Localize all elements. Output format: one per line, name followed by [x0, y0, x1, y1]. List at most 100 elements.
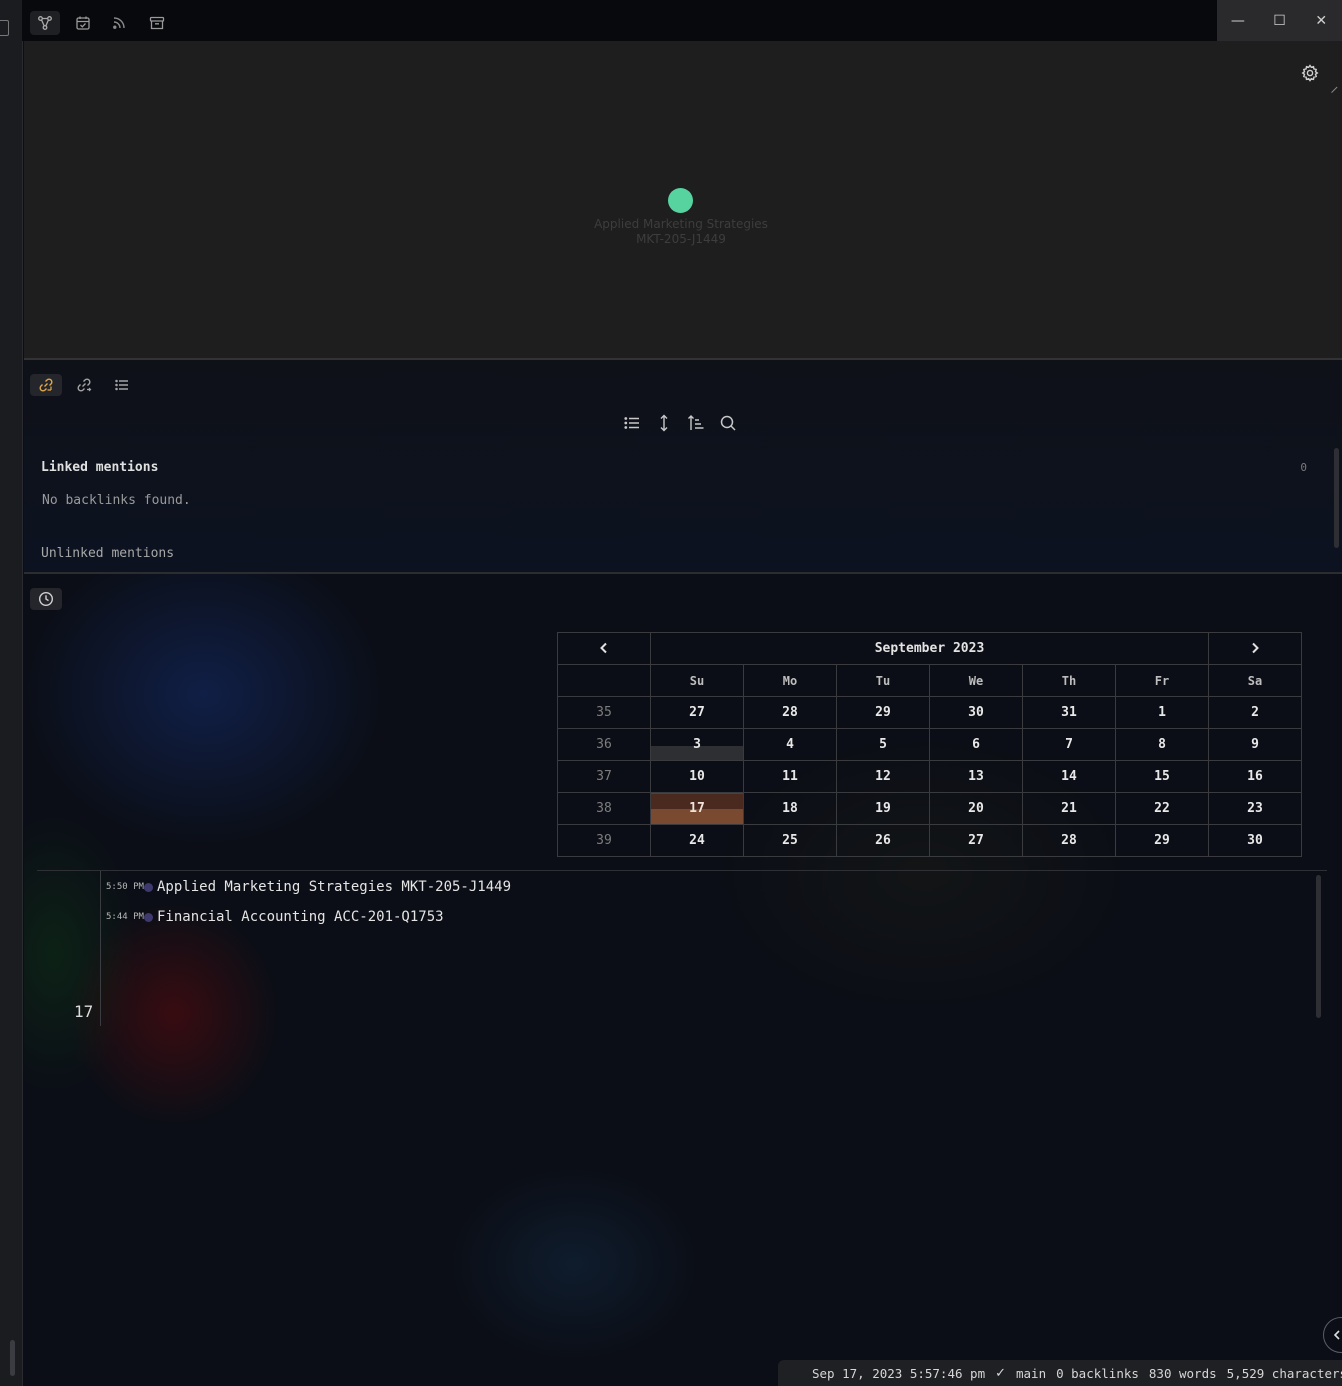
calendar-day[interactable]: 26	[836, 824, 930, 857]
weekday-header: Th	[1022, 664, 1116, 697]
calendar-day[interactable]: 28	[743, 696, 837, 729]
calendar-day[interactable]: 29	[836, 696, 930, 729]
calendar-check-icon	[76, 16, 90, 30]
calendar-day[interactable]: 29	[1115, 824, 1209, 857]
linked-mentions-heading[interactable]: Linked mentions	[41, 460, 158, 475]
week-number[interactable]: 38	[557, 792, 651, 825]
ribbon-scrollbar[interactable]	[10, 1340, 15, 1376]
status-branch[interactable]: main	[1016, 1366, 1046, 1381]
backlinks-scrollbar[interactable]	[1334, 448, 1339, 548]
sidebar-toggle-icon[interactable]	[0, 20, 9, 36]
timeline-item[interactable]: 5:50 PM Applied Marketing Strategies MKT…	[106, 879, 511, 895]
calendar-header-row: September 2023	[557, 632, 1302, 665]
week-row: 37 10 11 12 13 14 15 16	[557, 760, 1302, 793]
calendar-day[interactable]: 13	[929, 760, 1023, 793]
sort-button[interactable]	[686, 413, 706, 433]
calendar-day[interactable]: 11	[743, 760, 837, 793]
calendar-day[interactable]: 25	[743, 824, 837, 857]
sync-check-icon[interactable]: ✓	[995, 1366, 1006, 1381]
outline-tab[interactable]	[106, 374, 138, 396]
collapse-results-button[interactable]	[622, 413, 642, 433]
timeline-item[interactable]: 5:44 PM Financial Accounting ACC-201-Q17…	[106, 909, 444, 925]
next-month-button[interactable]	[1208, 632, 1302, 665]
daily-notes-tab[interactable]	[68, 11, 98, 35]
calendar-day[interactable]: 21	[1022, 792, 1116, 825]
calendar-day[interactable]: 1	[1115, 696, 1209, 729]
timeline-day-label: 17	[74, 1002, 94, 1021]
week-number[interactable]: 39	[557, 824, 651, 857]
week-number[interactable]: 36	[557, 728, 651, 761]
weekday-header: Sa	[1208, 664, 1302, 697]
weekday-header: Fr	[1115, 664, 1209, 697]
week-row: 39 24 25 26 27 28 29 30	[557, 824, 1302, 857]
calendar-day[interactable]: 22	[1115, 792, 1209, 825]
status-bar: Sep 17, 2023 5:57:46 pm ✓ main 0 backlin…	[778, 1360, 1342, 1386]
backlinks-icon	[39, 378, 53, 392]
calendar-day-with-note[interactable]: 3	[650, 728, 744, 761]
calendar-day[interactable]: 8	[1115, 728, 1209, 761]
graph-node-label-line1: Applied Marketing Strategies	[594, 217, 768, 231]
week-number[interactable]: 35	[557, 696, 651, 729]
timeline-item-title[interactable]: Applied Marketing Strategies MKT-205-J14…	[157, 879, 511, 895]
timeline-item-title[interactable]: Financial Accounting ACC-201-Q1753	[157, 909, 444, 925]
week-row: 35 27 28 29 30 31 1 2	[557, 696, 1302, 729]
feeds-tab[interactable]	[104, 11, 134, 35]
backlinks-pane-tabs	[30, 374, 138, 396]
week-number[interactable]: 37	[557, 760, 651, 793]
backlinks-pane: Linked mentions 0 No backlinks found. Un…	[24, 360, 1342, 574]
calendar-day[interactable]: 2	[1208, 696, 1302, 729]
calendar-day[interactable]: 31	[1022, 696, 1116, 729]
timeline-scrollbar[interactable]	[1316, 875, 1321, 1018]
timeline-tab[interactable]	[30, 588, 62, 610]
maximize-button[interactable]: ☐	[1259, 0, 1301, 41]
graph-node-label-line2: MKT-205-J1449	[636, 232, 726, 246]
resize-handle-icon[interactable]	[1325, 80, 1338, 94]
calendar-day-today[interactable]: 17	[650, 792, 744, 825]
week-row: 38 17 18 19 20 21 22 23	[557, 792, 1302, 825]
status-backlinks[interactable]: 0 backlinks	[1056, 1366, 1139, 1381]
calendar-day[interactable]: 16	[1208, 760, 1302, 793]
linked-mentions-count: 0	[1300, 461, 1307, 474]
previous-month-button[interactable]	[557, 632, 651, 665]
search-button[interactable]	[718, 413, 738, 433]
calendar-day[interactable]: 20	[929, 792, 1023, 825]
calendar-day[interactable]: 27	[650, 696, 744, 729]
calendar-day[interactable]: 18	[743, 792, 837, 825]
calendar-day[interactable]: 27	[929, 824, 1023, 857]
weekday-row: Su Mo Tu We Th Fr Sa	[557, 664, 1302, 697]
calendar-day[interactable]: 14	[1022, 760, 1116, 793]
backlinks-toolbar	[622, 413, 738, 433]
show-more-context-button[interactable]	[654, 413, 674, 433]
month-label: September 2023	[650, 632, 1209, 665]
calendar-day[interactable]: 24	[650, 824, 744, 857]
calendar-day[interactable]: 23	[1208, 792, 1302, 825]
calendar-day[interactable]: 10	[650, 760, 744, 793]
calendar-day[interactable]: 4	[743, 728, 837, 761]
list-icon	[624, 417, 639, 429]
calendar-day[interactable]: 19	[836, 792, 930, 825]
calendar-day[interactable]: 6	[929, 728, 1023, 761]
calendar-day[interactable]: 30	[929, 696, 1023, 729]
weekday-header: We	[929, 664, 1023, 697]
calendar-day[interactable]: 15	[1115, 760, 1209, 793]
backlinks-tab[interactable]	[30, 374, 62, 396]
graph-node-label: Applied Marketing Strategies MKT-205-J14…	[544, 217, 818, 247]
outgoing-links-tab[interactable]	[68, 374, 100, 396]
archive-tab[interactable]	[142, 11, 172, 35]
calendar-day[interactable]: 7	[1022, 728, 1116, 761]
graph-tab[interactable]	[30, 11, 60, 35]
unlinked-mentions-heading[interactable]: Unlinked mentions	[41, 546, 174, 561]
graph-node[interactable]	[668, 188, 693, 213]
calendar-day[interactable]: 28	[1022, 824, 1116, 857]
outgoing-links-icon	[77, 378, 92, 392]
calendar-grid: September 2023 Su Mo Tu We Th Fr Sa 35 2…	[557, 632, 1302, 857]
calendar-day[interactable]: 12	[836, 760, 930, 793]
close-button[interactable]: ✕	[1300, 0, 1342, 41]
calendar-day[interactable]: 30	[1208, 824, 1302, 857]
graph-settings-button[interactable]	[1300, 63, 1320, 83]
calendar-day[interactable]: 9	[1208, 728, 1302, 761]
minimize-button[interactable]: —	[1217, 0, 1259, 41]
clock-icon	[38, 591, 54, 607]
calendar-day[interactable]: 5	[836, 728, 930, 761]
local-graph-pane[interactable]: Applied Marketing Strategies MKT-205-J14…	[24, 41, 1342, 360]
